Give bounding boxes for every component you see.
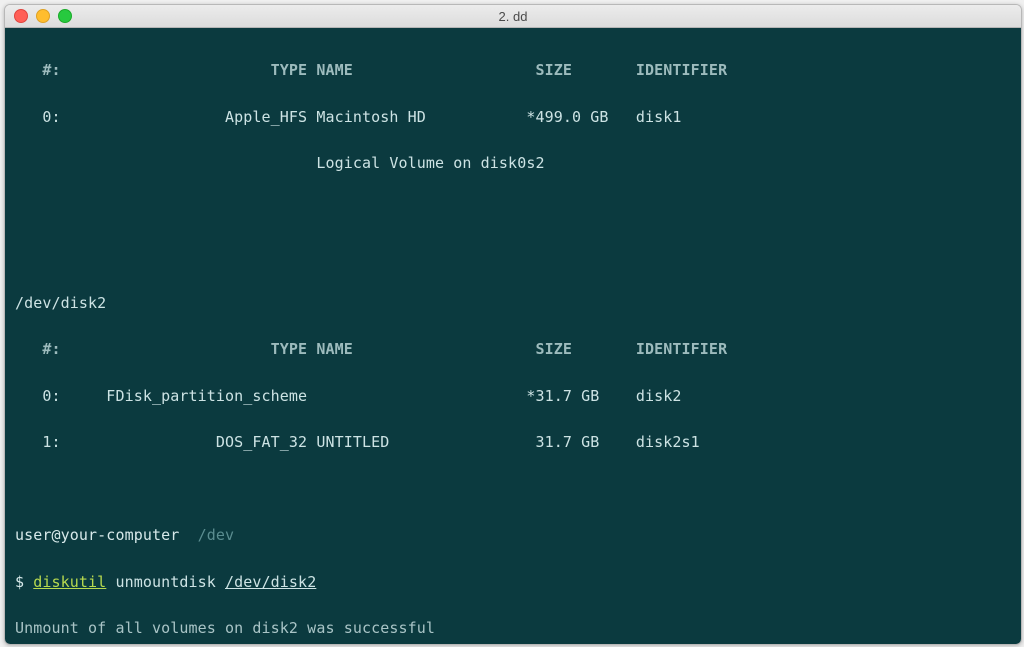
zoom-icon[interactable]: [58, 9, 72, 23]
cmd-arg: /dev/disk2: [225, 573, 316, 591]
titlebar[interactable]: 2. dd: [5, 5, 1021, 28]
command-1: $ diskutil unmountdisk /dev/disk2: [15, 571, 1011, 594]
terminal-body[interactable]: #: TYPE NAME SIZE IDENTIFIER 0: Apple_HF…: [5, 28, 1021, 644]
disk1-logical-volume: Logical Volume on disk0s2: [15, 152, 1011, 175]
disk1-row-0: 0: Apple_HFS Macintosh HD *499.0 GB disk…: [15, 106, 1011, 129]
disk2-device: /dev/disk2: [15, 292, 1011, 315]
prompt-userhost: user@your-computer: [15, 526, 179, 544]
prompt-cwd: /dev: [179, 526, 234, 544]
disk1-header: #: TYPE NAME SIZE IDENTIFIER: [15, 59, 1011, 82]
blank: [15, 478, 1011, 501]
traffic-lights: [14, 9, 72, 23]
prompt-1: user@your-computer /dev: [15, 524, 1011, 547]
minimize-icon[interactable]: [36, 9, 50, 23]
blank: [15, 245, 1011, 268]
close-icon[interactable]: [14, 9, 28, 23]
disk2-header: #: TYPE NAME SIZE IDENTIFIER: [15, 338, 1011, 361]
cmd-diskutil: diskutil: [33, 573, 106, 591]
blank: [15, 199, 1011, 222]
window-title: 2. dd: [5, 9, 1021, 24]
cmd-rest: unmountdisk: [106, 573, 225, 591]
prompt-symbol: $: [15, 573, 33, 591]
disk2-row-0: 0: FDisk_partition_scheme *31.7 GB disk2: [15, 385, 1011, 408]
terminal-window: 2. dd #: TYPE NAME SIZE IDENTIFIER 0: Ap…: [4, 4, 1022, 645]
output-unmount: Unmount of all volumes on disk2 was succ…: [15, 617, 1011, 640]
disk2-row-1: 1: DOS_FAT_32 UNTITLED 31.7 GB disk2s1: [15, 431, 1011, 454]
